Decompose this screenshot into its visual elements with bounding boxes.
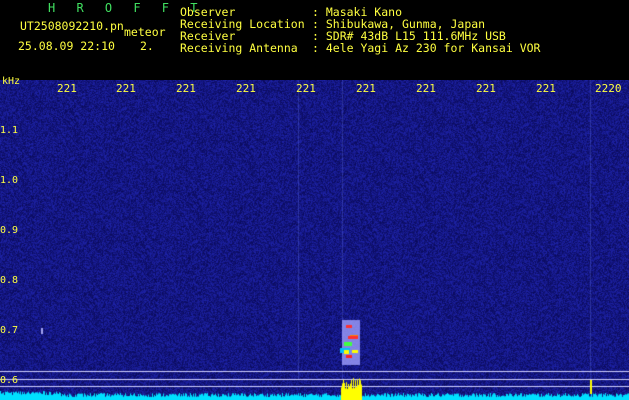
index-label: 2. [140,39,154,53]
y-axis-unit: kHz [2,76,21,87]
spectrogram-canvas [0,80,629,400]
y-tick-label: 0.9 [0,225,19,236]
x-tick-label: 221 [476,82,496,95]
y-tick-label: 0.8 [0,275,19,286]
event-type-label: meteor [124,25,166,39]
y-tick-label: 1.0 [0,175,19,186]
x-tick-label: 221 [176,82,196,95]
info-value-antenna: : 4ele Yagi Az 230 for Kansai VOR [312,41,541,55]
info-label-antenna: Receiving Antenna [180,41,298,55]
y-tick-label: 0.6 [0,375,19,386]
x-tick-label: 221 [116,82,136,95]
filename-label: UT2508092210.pn [20,19,124,33]
x-tick-label: 221 [57,82,77,95]
datetime-label: 25.08.09 22:10 [18,39,115,53]
y-tick-label: 0.7 [0,325,19,336]
x-tick-label: 221 [296,82,316,95]
x-tick-label: 221 [356,82,376,95]
header-panel: H R O F F T UT2508092210.pn meteor 25.08… [0,0,629,80]
x-tick-label: 221 [536,82,556,95]
x-tick-label: 2220 [595,82,622,95]
y-tick-label: 1.1 [0,125,19,136]
x-tick-label: 221 [416,82,436,95]
x-tick-label: 221 [236,82,256,95]
